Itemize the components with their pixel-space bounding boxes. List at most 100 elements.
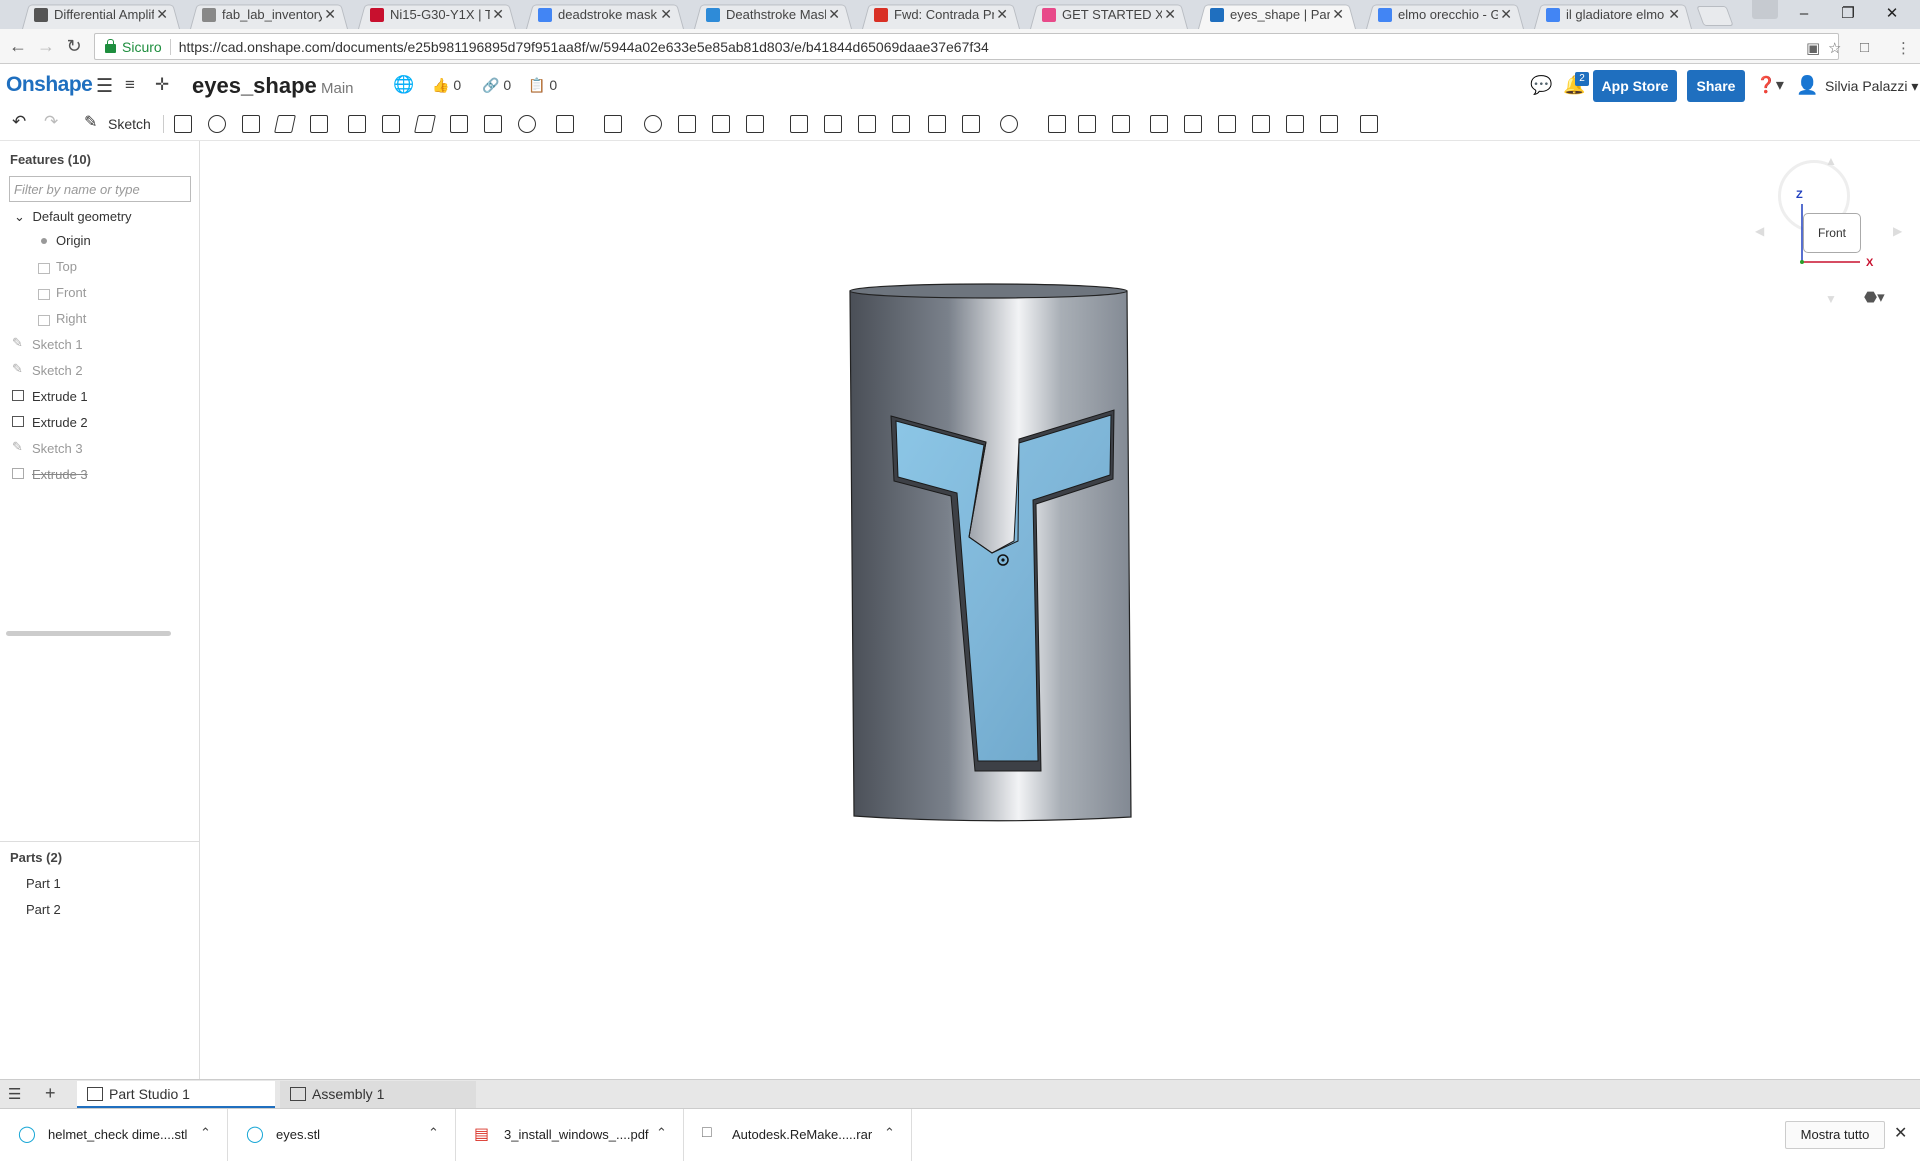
url-input[interactable]: Sicuro https://cad.onshape.com/documents… <box>94 33 1839 60</box>
sheet-metal-icon[interactable] <box>1112 115 1130 133</box>
hole-icon[interactable] <box>518 115 536 133</box>
boolean-icon[interactable] <box>644 115 662 133</box>
likes[interactable]: 👍 0 <box>432 77 461 94</box>
replace-face-icon[interactable] <box>858 115 876 133</box>
tab-part-studio-1[interactable]: Part Studio 1 <box>77 1081 275 1108</box>
sweep-icon[interactable] <box>242 115 260 133</box>
part-item[interactable]: Part 2 <box>26 902 61 917</box>
show-all-downloads-button[interactable]: Mostra tutto <box>1785 1121 1885 1149</box>
undo-icon[interactable]: ↶ <box>12 112 30 131</box>
modify-fillet-icon[interactable] <box>790 115 808 133</box>
thicken-icon[interactable] <box>310 115 328 133</box>
forward-icon[interactable]: → <box>34 35 58 59</box>
rotate-left-icon[interactable]: ◀ <box>1755 224 1764 238</box>
browser-tab[interactable]: GET STARTED X86 -✕ <box>1020 0 1188 29</box>
flange-icon[interactable] <box>1150 115 1168 133</box>
restore-icon[interactable]: ❐ <box>1826 0 1870 29</box>
feature-filter-input[interactable]: Filter by name or type <box>9 176 191 202</box>
tab-icon[interactable] <box>1184 115 1202 133</box>
browser-tab[interactable]: Fwd: Contrada Prior✕ <box>852 0 1020 29</box>
feature-item[interactable]: Sketch 1 <box>32 337 83 352</box>
onshape-logo[interactable]: Onshape <box>6 73 93 97</box>
redo-icon[interactable]: ↷ <box>44 112 62 131</box>
url-text[interactable]: https://cad.onshape.com/documents/e25b98… <box>179 39 989 55</box>
geometry-item-right[interactable]: Right <box>56 311 86 326</box>
browser-tab[interactable]: fab_lab_inventory.pd✕ <box>180 0 348 29</box>
download-item[interactable]: ◯ helmet_check dime....stl ⌃ <box>0 1109 228 1161</box>
minimize-icon[interactable]: – <box>1782 0 1826 29</box>
document-name[interactable]: eyes_shape <box>192 73 317 99</box>
feature-item[interactable]: Sketch 2 <box>32 363 83 378</box>
copies[interactable]: 📋 0 <box>528 77 557 94</box>
graphics-viewport[interactable] <box>201 141 1920 1079</box>
sketch-button[interactable]: Sketch <box>108 116 151 132</box>
add-custom-feature-icon[interactable] <box>1360 115 1378 133</box>
tab-assembly-1[interactable]: Assembly 1 <box>280 1081 476 1108</box>
browser-tab[interactable]: Ni15-G30-Y1X | Turc✕ <box>348 0 516 29</box>
mirror-icon[interactable] <box>604 115 622 133</box>
feature-item[interactable]: Extrude 3 <box>32 467 88 482</box>
close-tab-icon[interactable]: ✕ <box>1332 6 1344 23</box>
sketch-pencil-icon[interactable]: ✎ <box>84 112 102 131</box>
model-render[interactable] <box>201 141 1920 1079</box>
browser-tab[interactable]: deadstroke mask - G✕ <box>516 0 684 29</box>
new-sketch-plane-icon[interactable] <box>174 115 192 133</box>
back-icon[interactable]: ← <box>6 35 30 59</box>
revolve-icon[interactable] <box>208 115 226 133</box>
bookmark-star-icon[interactable]: ☆ <box>1828 39 1841 57</box>
geometry-item-origin[interactable]: Origin <box>56 233 91 248</box>
close-tab-icon[interactable]: ✕ <box>324 6 336 23</box>
hamburger-menu-icon[interactable]: ☰ <box>96 75 113 98</box>
chamfer-icon[interactable] <box>382 115 400 133</box>
add-tab-icon[interactable]: + <box>45 1083 56 1104</box>
close-shelf-icon[interactable]: ✕ <box>1894 1123 1907 1143</box>
feature-item[interactable]: Sketch 3 <box>32 441 83 456</box>
download-item[interactable]: □ Autodesk.ReMake.....rar ⌃ <box>684 1109 912 1161</box>
helix-icon[interactable] <box>1048 115 1066 133</box>
rib-icon[interactable] <box>450 115 468 133</box>
form-icon[interactable] <box>1320 115 1338 133</box>
close-tab-icon[interactable]: ✕ <box>1668 6 1680 23</box>
fill-icon[interactable] <box>928 115 946 133</box>
branch-name[interactable]: Main <box>321 80 354 97</box>
browser-tab[interactable]: Differential Amplifie ✕ <box>12 0 180 29</box>
chevron-up-icon[interactable]: ⌃ <box>200 1125 211 1141</box>
draft-icon[interactable] <box>414 115 436 133</box>
app-store-button[interactable]: App Store <box>1593 70 1677 102</box>
transform-icon[interactable] <box>712 115 730 133</box>
feature-item[interactable]: Extrude 2 <box>32 415 88 430</box>
variable-icon[interactable] <box>1078 115 1096 133</box>
rotate-right-icon[interactable]: ▶ <box>1893 224 1902 238</box>
view-options-icon[interactable]: ⬣▾ <box>1864 288 1885 306</box>
loft-icon[interactable] <box>274 115 296 133</box>
browser-tab[interactable]: il gladiatore elmo - ✕ <box>1524 0 1692 29</box>
browser-tab[interactable]: Deathstroke Mask w✕ <box>684 0 852 29</box>
joint-icon[interactable] <box>1218 115 1236 133</box>
delete-part-icon[interactable] <box>746 115 764 133</box>
close-tab-icon[interactable]: ✕ <box>1500 6 1512 23</box>
download-item[interactable]: ▤ 3_install_windows_....pdf ⌃ <box>456 1109 684 1161</box>
close-tab-icon[interactable]: ✕ <box>1164 6 1176 23</box>
rotate-down-icon[interactable]: ▼ <box>1825 292 1837 306</box>
close-tab-icon[interactable]: ✕ <box>660 6 672 23</box>
close-tab-icon[interactable]: ✕ <box>996 6 1008 23</box>
user-menu[interactable]: Silvia Palazzi ▾ <box>1825 78 1918 95</box>
corner-icon[interactable] <box>1252 115 1270 133</box>
chevron-up-icon[interactable]: ⌃ <box>884 1125 895 1141</box>
close-tab-icon[interactable]: ✕ <box>492 6 504 23</box>
pattern-icon[interactable] <box>556 115 574 133</box>
translate-icon[interactable]: ▣ <box>1806 39 1820 57</box>
close-tab-icon[interactable]: ✕ <box>156 6 168 23</box>
offset-surface-icon[interactable] <box>892 115 910 133</box>
geometry-item-front[interactable]: Front <box>56 285 86 300</box>
download-item[interactable]: ◯ eyes.stl ⌃ <box>228 1109 456 1161</box>
move-face-icon[interactable] <box>824 115 842 133</box>
close-window-icon[interactable]: ✕ <box>1870 0 1914 29</box>
chevron-up-icon[interactable]: ⌃ <box>428 1125 439 1141</box>
close-tab-icon[interactable]: ✕ <box>828 6 840 23</box>
globe-icon[interactable]: 🌐 <box>393 75 414 95</box>
insert-icon[interactable]: ✛ <box>155 75 169 95</box>
new-tab-button[interactable] <box>1696 6 1734 26</box>
mate-connector-icon[interactable] <box>1000 115 1018 133</box>
comments-icon[interactable]: 💬 <box>1530 75 1552 96</box>
